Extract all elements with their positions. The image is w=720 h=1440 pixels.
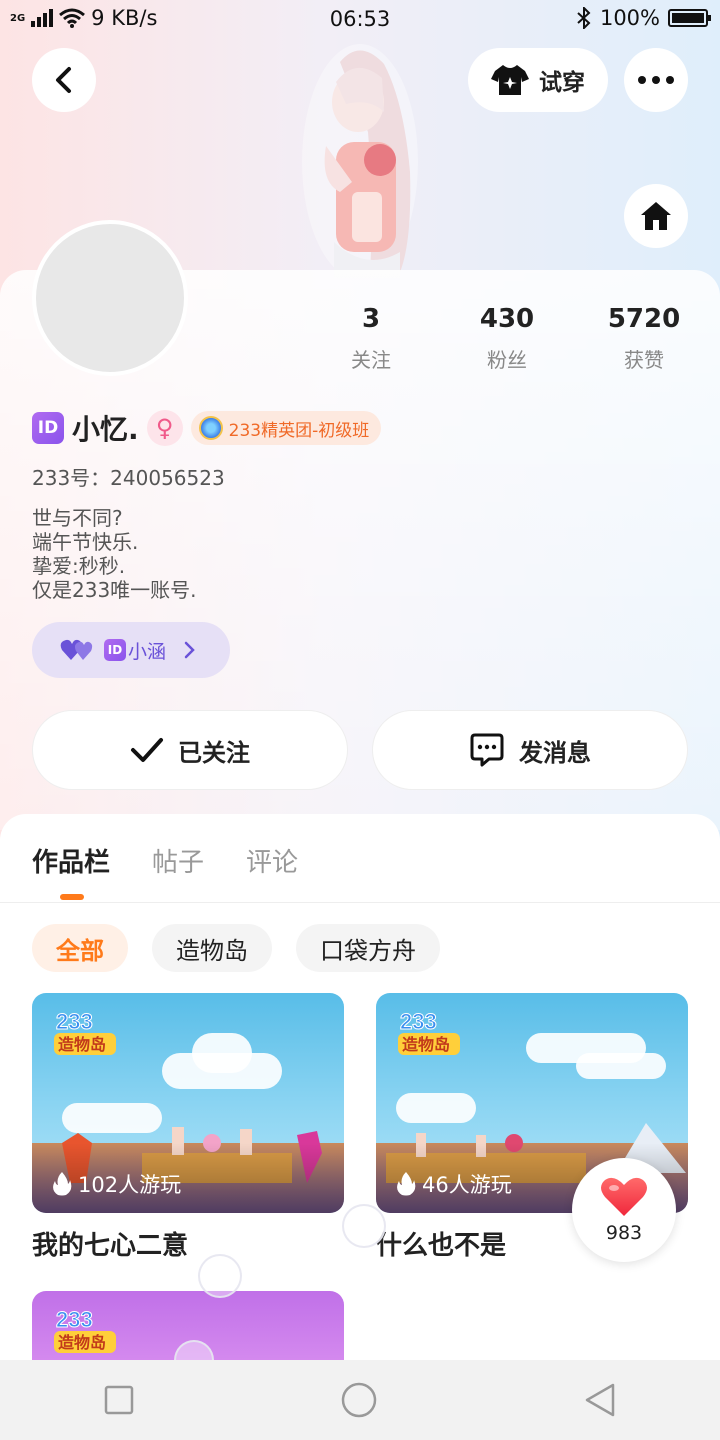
svg-text:233: 233 — [400, 1009, 437, 1034]
like-count: 983 — [605, 1222, 643, 1244]
filter-zaowudao[interactable]: 造物岛 — [152, 924, 272, 972]
cp-name: 小涵 — [128, 640, 167, 663]
svg-text:233: 233 — [56, 1307, 93, 1332]
gender-female-icon: ♀ — [146, 410, 183, 446]
svg-text:造物岛: 造物岛 — [402, 1035, 450, 1054]
followers-label: 粉丝 — [487, 348, 527, 372]
rank-badge[interactable]: 233精英团-初级班 — [190, 411, 382, 445]
floating-bubble — [198, 1254, 242, 1298]
stat-following[interactable]: 3 关注 — [311, 304, 431, 373]
flame-icon — [397, 1172, 416, 1196]
bluetooth-icon — [577, 7, 591, 29]
zaowudao-233-logo: 233 造物岛 — [54, 1009, 116, 1055]
tab-bar: 作品栏 帖子 评论 — [32, 842, 298, 900]
tab-posts[interactable]: 帖子 — [152, 842, 204, 879]
bio-line: 挚爱:秒秒. — [32, 554, 126, 578]
back-button[interactable] — [32, 48, 96, 112]
cp-id-badge: ID — [104, 639, 126, 661]
likes-count: 5720 — [607, 304, 681, 334]
battery-percent: 100% — [599, 6, 660, 30]
followed-button[interactable]: 已关注 — [32, 710, 348, 790]
stat-likes[interactable]: 5720 获赞 — [584, 304, 704, 373]
home-icon — [641, 202, 671, 230]
more-button[interactable] — [624, 48, 688, 112]
work-thumbnail[interactable]: 233 造物岛 102人游玩 — [32, 993, 344, 1213]
floating-bubble — [342, 1204, 386, 1248]
followers-count: 430 — [479, 304, 535, 334]
like-button[interactable]: 983 — [572, 1158, 676, 1262]
profile-page: 2G 9 KB/s 06:53 100% 试穿 3 关注 430 粉丝 5720… — [0, 0, 720, 1440]
chat-icon — [470, 733, 504, 767]
username: 小忆. — [72, 413, 139, 446]
play-count-label: 102人游玩 — [78, 1173, 182, 1197]
double-heart-icon — [60, 639, 93, 660]
user-id: 233号：240056523 — [32, 466, 225, 490]
status-bar: 2G 9 KB/s 06:53 100% — [0, 0, 720, 40]
recent-apps-icon[interactable] — [103, 1384, 135, 1416]
zaowudao-233-logo: 233 造物岛 — [398, 1009, 460, 1055]
battery-icon — [668, 9, 711, 27]
following-label: 关注 — [351, 348, 391, 372]
divider — [0, 902, 720, 903]
chevron-right-icon — [184, 641, 195, 659]
rank-medal-icon — [198, 416, 223, 440]
avatar[interactable] — [32, 220, 188, 376]
more-dots-icon — [638, 76, 674, 84]
shirt-icon — [491, 65, 529, 95]
check-icon — [131, 738, 163, 762]
filter-koudai-fangzhou[interactable]: 口袋方舟 — [296, 924, 440, 972]
bio-line: 端午节快乐. — [32, 530, 139, 554]
rank-badge-label: 233精英团-初级班 — [228, 420, 370, 441]
back-triangle-icon[interactable] — [583, 1382, 617, 1418]
tryon-button[interactable]: 试穿 — [468, 48, 608, 112]
home-circle-icon[interactable] — [340, 1381, 378, 1419]
stat-followers[interactable]: 430 粉丝 — [447, 304, 567, 373]
cp-relation-button[interactable]: ID 小涵 — [32, 622, 230, 678]
character-avatar-image[interactable] — [300, 42, 420, 278]
play-count: 46人游玩 — [396, 1169, 512, 1199]
tab-comments[interactable]: 评论 — [246, 842, 298, 879]
tab-works[interactable]: 作品栏 — [32, 842, 110, 900]
likes-label: 获赞 — [624, 348, 664, 372]
flame-icon — [53, 1172, 72, 1196]
svg-text:233: 233 — [56, 1009, 93, 1034]
bio-line: 仅是233唯一账号. — [32, 578, 197, 602]
send-message-label: 发消息 — [519, 738, 591, 767]
id-badge: ID — [32, 412, 64, 444]
bio: 世与不同? 端午节快乐. 挚爱:秒秒. 仅是233唯一账号. — [32, 506, 197, 602]
filter-all[interactable]: 全部 — [32, 924, 128, 972]
work-card[interactable]: 233 造物岛 102人游玩 我的七心二意 — [32, 993, 344, 1262]
send-message-button[interactable]: 发消息 — [372, 710, 688, 790]
work-title[interactable]: 我的七心二意 — [32, 1225, 344, 1262]
tryon-label: 试穿 — [539, 70, 585, 96]
bio-line: 世与不同? — [32, 506, 123, 530]
zaowudao-233-logo: 233 造物岛 — [54, 1307, 116, 1353]
cloud — [192, 1033, 252, 1073]
following-count: 3 — [361, 304, 381, 334]
name-row: ID 小忆. ♀ 233精英团-初级班 — [32, 408, 382, 448]
svg-text:造物岛: 造物岛 — [58, 1333, 106, 1352]
svg-text:造物岛: 造物岛 — [58, 1035, 106, 1054]
filter-chips: 全部 造物岛 口袋方舟 — [32, 924, 440, 972]
followed-label: 已关注 — [178, 738, 250, 767]
home-button[interactable] — [624, 184, 688, 248]
heart-icon — [601, 1177, 647, 1216]
chevron-left-icon — [56, 67, 71, 93]
cloud — [576, 1053, 666, 1079]
system-nav-bar — [0, 1360, 720, 1440]
play-count-label: 46人游玩 — [422, 1173, 512, 1197]
play-count: 102人游玩 — [52, 1169, 181, 1199]
